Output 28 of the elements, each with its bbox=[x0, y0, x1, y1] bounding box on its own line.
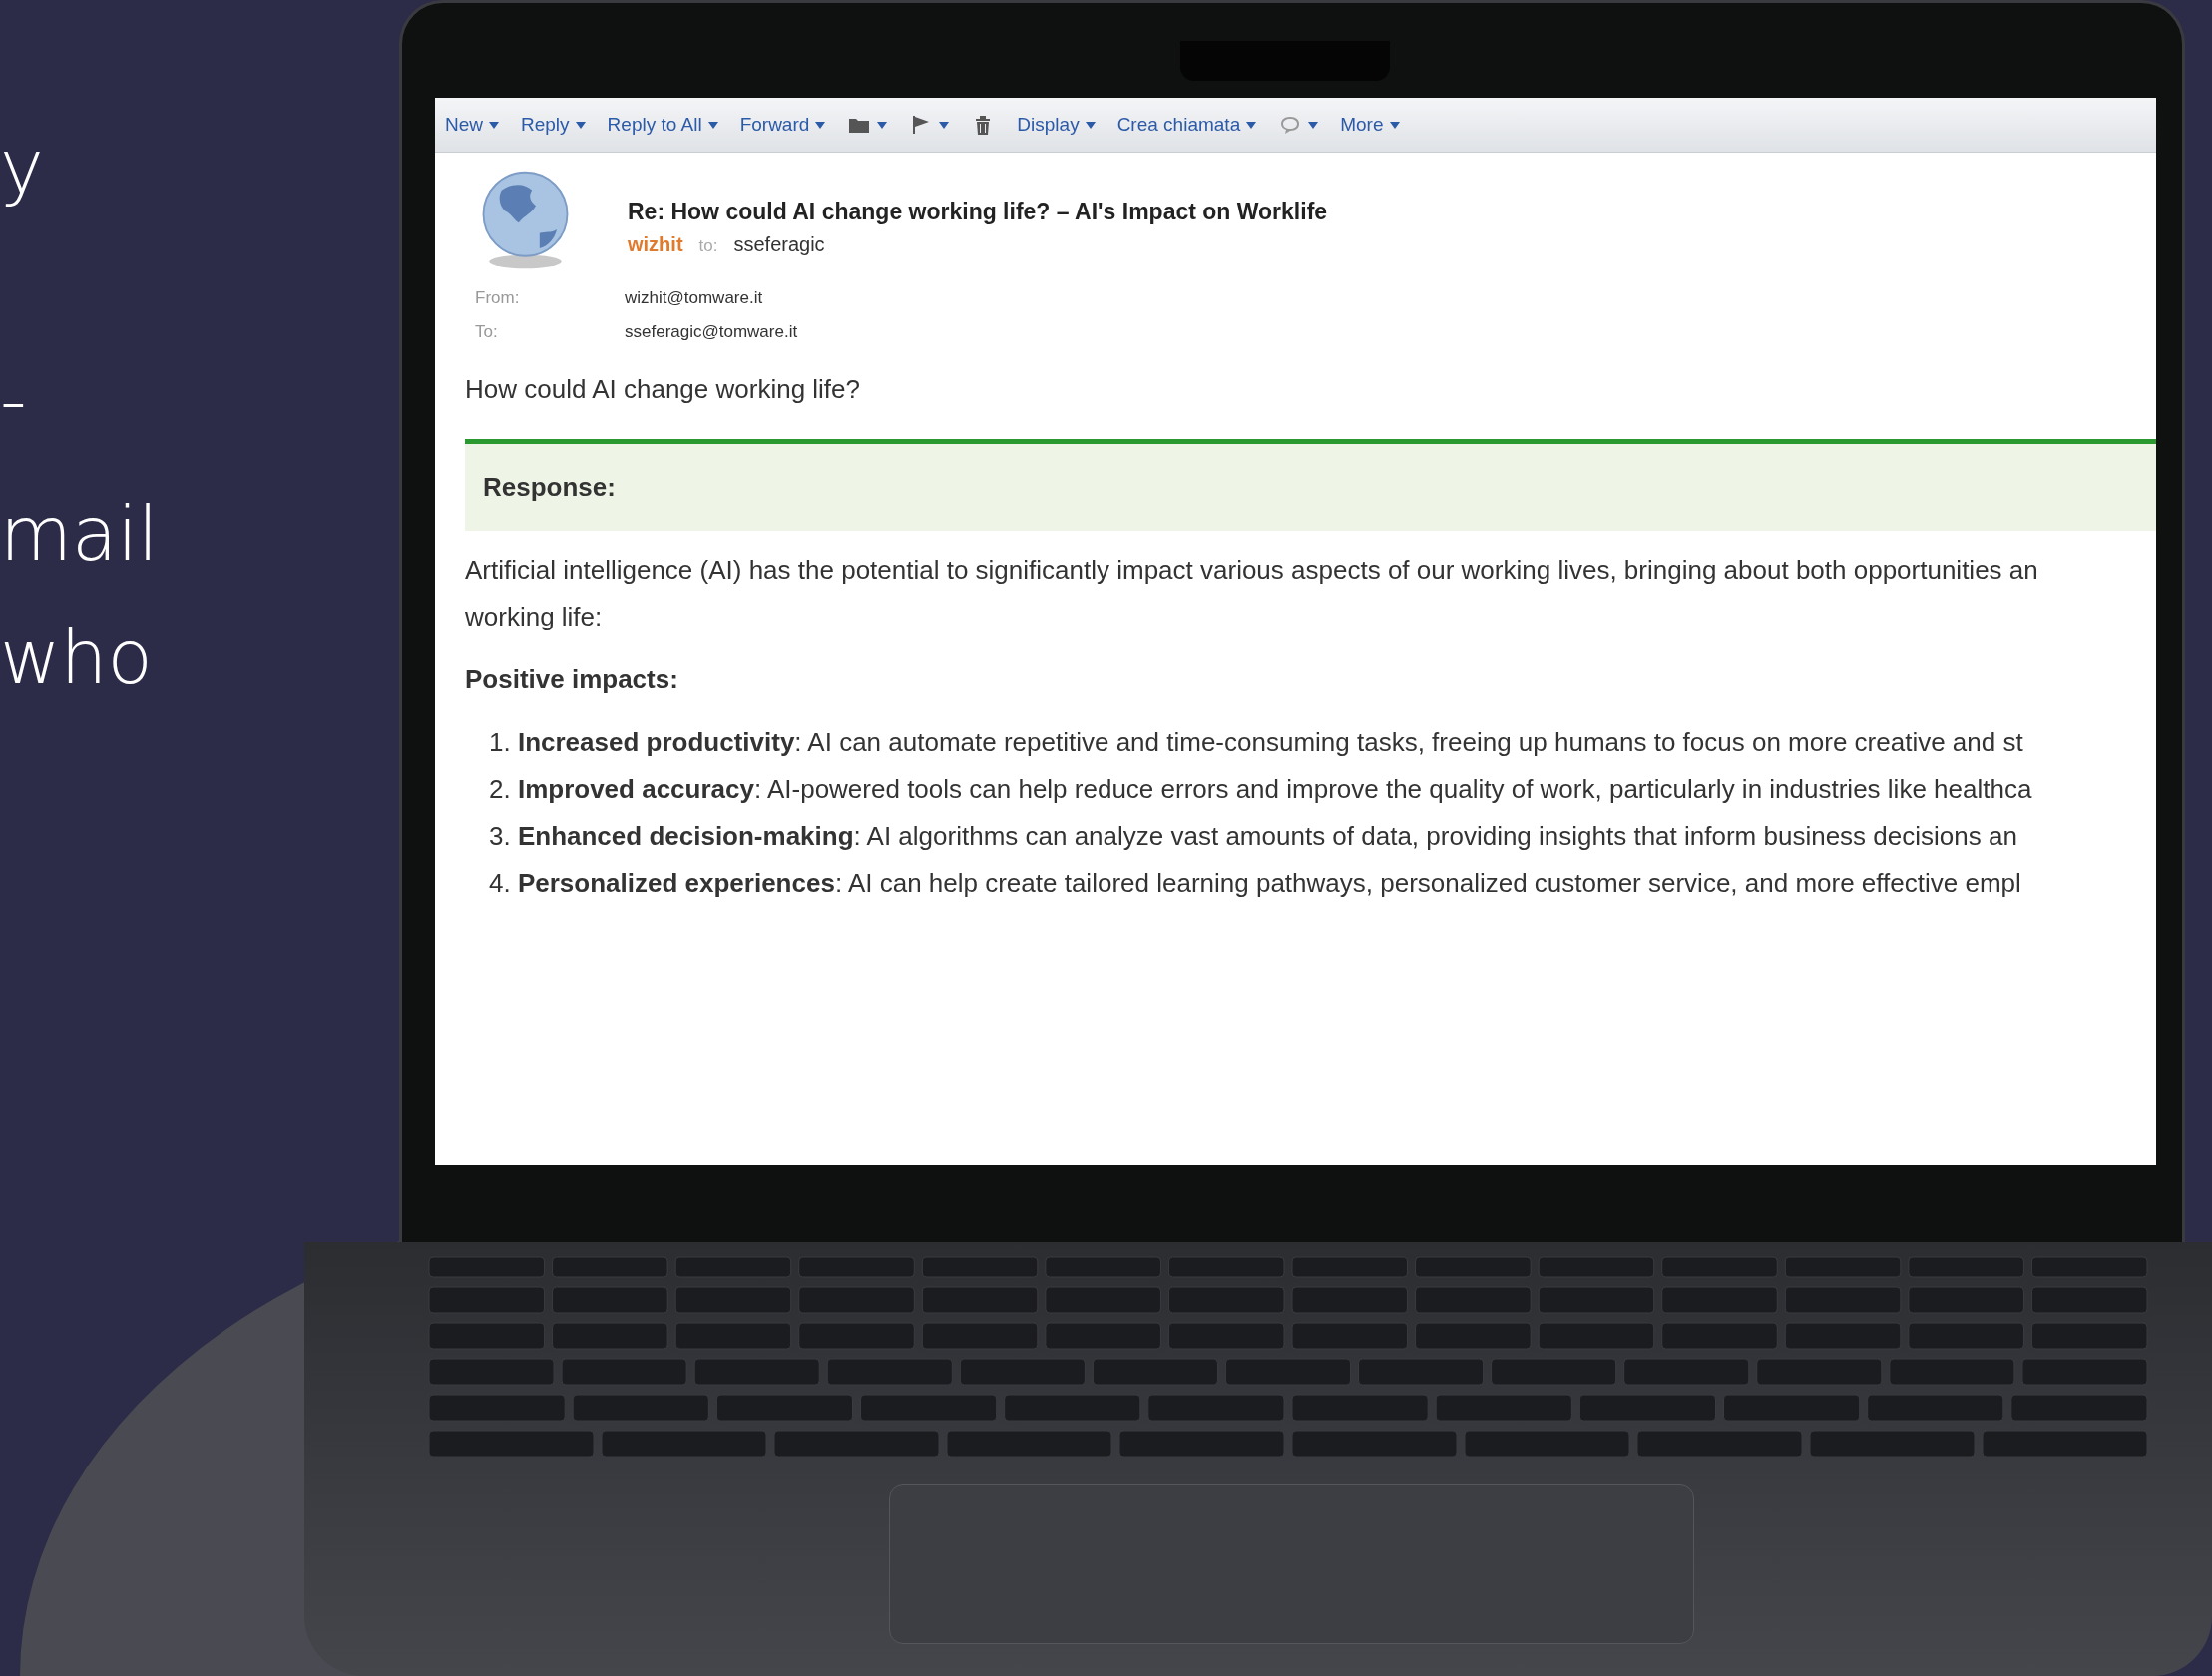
email-subject: Re: How could AI change working life? – AI's Impact on Worklife bbox=[628, 198, 1328, 226]
field-value: wizhit@tomware.it bbox=[625, 288, 763, 307]
sender-name: wizhit bbox=[628, 231, 683, 257]
slogan-text: who bbox=[0, 621, 153, 694]
field-label: To: bbox=[475, 320, 499, 343]
toolbar-menu[interactable]: Crea chiamata bbox=[1116, 110, 1257, 140]
toolbar-menu[interactable]: Reply to All bbox=[607, 110, 718, 140]
toolbar-menu[interactable]: Display bbox=[1017, 110, 1096, 140]
paragraph-line: Artificial intelligence (AI) has the potential to significantly impact various aspects of our working lives, bringing about both opportunities an bbox=[465, 554, 2038, 587]
section-title: Positive impacts: bbox=[465, 663, 678, 696]
recipient-name: sseferagic bbox=[733, 231, 825, 257]
list-item: 3. Enhanced decision-making: AI algorithms can analyze vast amounts of data, providing insights that inform business decisions an bbox=[489, 820, 2017, 853]
response-label: Response: bbox=[465, 439, 2156, 531]
list-item: 2. Improved accuracy: AI-powered tools can help reduce errors and improve the quality of work, particularly in industries like healthca bbox=[489, 773, 2032, 806]
paragraph-line: working life: bbox=[465, 601, 603, 633]
toolbar-menu[interactable]: More bbox=[1340, 110, 1400, 140]
toolbar-menu[interactable]: Reply bbox=[521, 110, 586, 140]
toolbar-button[interactable] bbox=[1278, 114, 1319, 136]
toolbar-menu[interactable]: Forward bbox=[739, 110, 826, 140]
toolbar-menu[interactable]: New bbox=[445, 110, 499, 140]
to-label: to: bbox=[698, 234, 718, 257]
question-text: How could AI change working life? bbox=[465, 373, 860, 406]
slogan-text: - bbox=[0, 363, 27, 437]
field-value: sseferagic@tomware.it bbox=[625, 321, 798, 341]
list-item: 1. Increased productivity: AI can automate repetitive and time-consuming tasks, freeing up humans to focus on more creative and st bbox=[489, 726, 2023, 759]
list-item: 4. Personalized experiences: AI can help create tailored learning pathways, personalized customer service, and more effective empl bbox=[489, 867, 2021, 900]
slogan-text: mail bbox=[0, 497, 159, 571]
field-label: From: bbox=[475, 287, 521, 309]
